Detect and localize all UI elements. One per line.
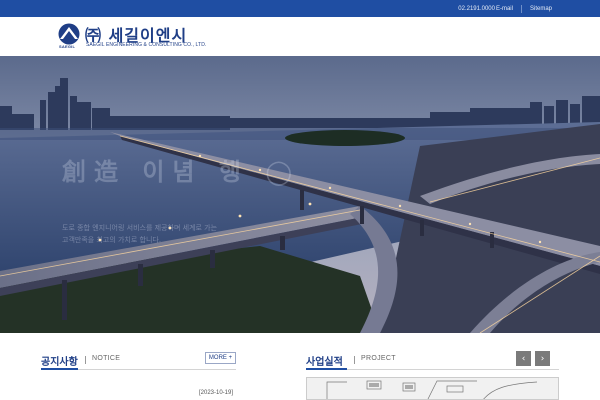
project-plan-image	[326, 380, 538, 399]
sitemap-link[interactable]: Sitemap	[530, 6, 552, 12]
hero-slogan: 創造 이념 행 ◯	[62, 157, 301, 186]
notice-subtitle: NOTICE	[92, 355, 121, 362]
notice-divider	[85, 356, 86, 364]
utility-links: 02.2191.0000 E-mail Sitemap	[458, 0, 552, 17]
notice-title-underline	[41, 368, 78, 370]
notice-more-button[interactable]: MORE +	[205, 352, 236, 364]
project-rule	[347, 369, 559, 370]
notice-title: 공지사항	[41, 357, 78, 368]
hero-description: 도로 종합 엔지니어링 서비스를 제공하며 세계로 가는 고객만족을 최고의 가…	[62, 222, 217, 246]
project-prev-button[interactable]: ‹	[516, 351, 531, 366]
project-title: 사업실적	[306, 357, 343, 368]
project-section: 사업실적 PROJECT ‹ ›	[306, 350, 559, 400]
hero-cityscape-image	[0, 56, 600, 333]
company-name-en: SAEGIL ENGINEERING & CONSULTING CO., LTD…	[86, 42, 207, 48]
hero-description-line: 도로 종합 엔지니어링 서비스를 제공하며 세계로 가는	[62, 224, 218, 232]
project-next-button[interactable]: ›	[535, 351, 550, 366]
top-utility-bar: 02.2191.0000 E-mail Sitemap	[0, 0, 600, 17]
project-title-underline	[306, 368, 347, 370]
notice-section: 공지사항 NOTICE MORE + [2023-10-19]	[41, 350, 236, 400]
logo-brand-short: SAEGIL	[59, 44, 76, 49]
project-thumbnail[interactable]	[306, 377, 559, 400]
project-divider	[354, 356, 355, 364]
notice-item-date: [2023-10-19]	[199, 390, 234, 396]
hero-banner: 創造 이념 행 ◯ 도로 종합 엔지니어링 서비스를 제공하며 세계로 가는 고…	[0, 56, 600, 333]
notice-rule	[78, 369, 236, 370]
company-logo[interactable]: SAEGIL ㈜ 세길이엔시 SAEGIL ENGINEERING & CONS…	[57, 23, 207, 53]
project-subtitle: PROJECT	[361, 355, 396, 362]
utility-divider	[520, 4, 522, 13]
hero-description-line: 고객만족을 최고의 가치로 합니다.	[62, 236, 162, 244]
email-link[interactable]: E-mail	[496, 6, 513, 12]
site-header: SAEGIL ㈜ 세길이엔시 SAEGIL ENGINEERING & CONS…	[0, 17, 600, 56]
phone-number: 02.2191.0000	[458, 5, 495, 12]
